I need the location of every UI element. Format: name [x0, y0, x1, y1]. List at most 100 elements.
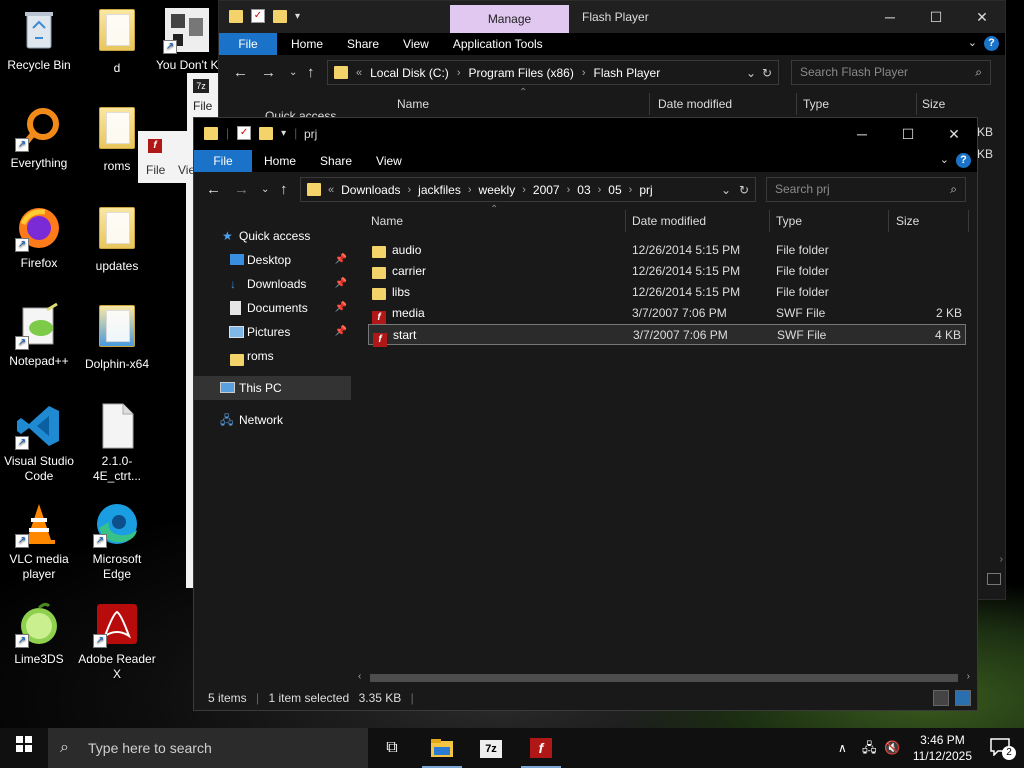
- refresh-icon[interactable]: ↻: [739, 183, 749, 197]
- breadcrumb-item[interactable]: 03: [577, 183, 590, 197]
- properties-icon[interactable]: ✓: [237, 126, 252, 140]
- desktop-icon-notepadpp[interactable]: ↗ Notepad++: [0, 302, 78, 369]
- tab-home[interactable]: Home: [264, 154, 296, 168]
- title-bar[interactable]: | ✓ ▾ | prj ─ ☐ ✕: [194, 118, 977, 150]
- back-button[interactable]: ←: [206, 181, 221, 198]
- task-view-button[interactable]: ⧉: [368, 728, 416, 768]
- desktop-icon-you-dont-know[interactable]: ↗ You Don't Know: [156, 6, 218, 73]
- tab-view[interactable]: View: [376, 154, 402, 168]
- new-folder-icon[interactable]: [259, 126, 274, 140]
- pin-icon[interactable]: 📌: [335, 272, 347, 296]
- nav-network[interactable]: 🖧 Network: [194, 408, 351, 432]
- nav-pictures[interactable]: Pictures 📌: [194, 320, 351, 344]
- tab-file[interactable]: File: [194, 150, 252, 172]
- pin-icon[interactable]: 📌: [335, 248, 347, 272]
- desktop-icon-edge[interactable]: ↗ Microsoft Edge: [78, 500, 156, 582]
- chevron-down-icon[interactable]: ⌄: [940, 153, 949, 166]
- taskbar-file-explorer[interactable]: [418, 728, 466, 768]
- column-type[interactable]: Type: [803, 97, 829, 111]
- title-bar[interactable]: ✓ ▾ Manage Flash Player ─ ☐ ✕: [219, 1, 1005, 33]
- column-name[interactable]: Name: [397, 97, 429, 111]
- show-hidden-icons-button[interactable]: ∧: [838, 728, 847, 768]
- desktop-icon-firefox[interactable]: ↗ Firefox: [0, 204, 78, 271]
- breadcrumb-item[interactable]: Program Files (x86): [468, 66, 573, 80]
- help-icon[interactable]: ?: [984, 36, 999, 51]
- breadcrumb-item[interactable]: 2007: [533, 183, 560, 197]
- nav-desktop[interactable]: Desktop 📌: [194, 248, 351, 272]
- taskbar-flash-player[interactable]: f: [517, 728, 565, 768]
- network-tray-icon[interactable]: 🖧: [862, 728, 877, 768]
- volume-icon[interactable]: 🔇: [884, 728, 900, 768]
- chevron-down-icon[interactable]: ⌄: [968, 36, 977, 49]
- notifications-button[interactable]: 2: [990, 738, 1016, 760]
- close-button[interactable]: ✕: [931, 118, 977, 150]
- tab-share[interactable]: Share: [347, 37, 379, 51]
- close-button[interactable]: ✕: [959, 1, 1005, 33]
- column-size[interactable]: Size: [896, 214, 919, 228]
- column-date[interactable]: Date modified: [632, 214, 706, 228]
- desktop-icon-everything[interactable]: ↗ Everything: [0, 104, 78, 171]
- column-size[interactable]: Size: [922, 97, 945, 111]
- nav-quick-access[interactable]: ★ Quick access: [194, 224, 351, 248]
- breadcrumb-item[interactable]: jackfiles: [418, 183, 461, 197]
- desktop-icon-recycle-bin[interactable]: Recycle Bin: [0, 6, 78, 73]
- help-icon[interactable]: ?: [956, 153, 971, 168]
- taskbar-7zip[interactable]: 7z: [467, 728, 515, 768]
- up-button[interactable]: ↑: [280, 181, 288, 198]
- large-icons-view-icon[interactable]: [955, 690, 971, 706]
- search-input[interactable]: Search Flash Player ⌕: [791, 60, 991, 85]
- breadcrumb-item[interactable]: weekly: [479, 183, 516, 197]
- desktop-icon-folder-d[interactable]: d: [78, 6, 156, 76]
- breadcrumb-item[interactable]: Flash Player: [594, 66, 661, 80]
- details-view-icon[interactable]: [933, 690, 949, 706]
- tab-file[interactable]: File: [219, 33, 277, 55]
- scroll-right-icon[interactable]: ›: [967, 671, 970, 682]
- desktop-icon-lime3ds[interactable]: ↗ Lime3DS: [0, 600, 78, 667]
- desktop-icon-folder-dolphin[interactable]: Dolphin-x64: [78, 302, 156, 372]
- desktop-icon-folder-updates[interactable]: updates: [78, 204, 156, 274]
- maximize-button[interactable]: ☐: [913, 1, 959, 33]
- clock[interactable]: 3:46 PM 11/12/2025: [913, 732, 972, 764]
- details-view-icon[interactable]: [987, 573, 1001, 585]
- chevron-down-icon[interactable]: ▾: [281, 128, 286, 139]
- forward-button[interactable]: →: [261, 64, 276, 81]
- desktop-icon-file[interactable]: 2.1.0-4E_ctrt...: [78, 402, 156, 484]
- new-folder-icon[interactable]: [273, 9, 287, 23]
- column-name[interactable]: Name: [371, 214, 403, 228]
- properties-icon[interactable]: ✓: [251, 9, 265, 23]
- desktop-icon-vscode[interactable]: ↗ Visual Studio Code: [0, 402, 78, 484]
- chevron-down-icon[interactable]: ▾: [295, 11, 300, 22]
- refresh-icon[interactable]: ↻: [762, 66, 772, 80]
- address-bar[interactable]: « Downloads › jackfiles › weekly › 2007 …: [300, 177, 756, 202]
- maximize-button[interactable]: ☐: [885, 118, 931, 150]
- taskbar-search-input[interactable]: ⌕ Type here to search: [48, 728, 368, 768]
- chevron-down-icon[interactable]: ⌄: [721, 183, 731, 197]
- nav-roms[interactable]: roms: [194, 344, 351, 368]
- explorer-window-prj[interactable]: | ✓ ▾ | prj ─ ☐ ✕ File Home Share View ⌄…: [193, 117, 978, 711]
- table-row-selected[interactable]: f start 3/7/2007 7:06 PM SWF File 4 KB: [368, 324, 966, 347]
- chevron-down-icon[interactable]: ⌄: [746, 66, 756, 80]
- forward-button[interactable]: →: [234, 181, 249, 198]
- start-button[interactable]: [0, 728, 48, 768]
- horizontal-scrollbar[interactable]: ‹ ›: [354, 671, 974, 685]
- breadcrumb-item[interactable]: Local Disk (C:): [370, 66, 449, 80]
- desktop-icon-adobe-reader[interactable]: ↗ Adobe Reader X: [78, 600, 156, 682]
- table-row[interactable]: libs 12/26/2014 5:15 PM File folder: [368, 282, 966, 303]
- tab-home[interactable]: Home: [291, 37, 323, 51]
- pin-icon[interactable]: 📌: [335, 296, 347, 320]
- back-button[interactable]: ←: [233, 64, 248, 81]
- flash-window-partial[interactable]: f File Vie: [138, 131, 198, 183]
- nav-documents[interactable]: Documents 📌: [194, 296, 351, 320]
- up-button[interactable]: ↑: [307, 64, 315, 81]
- minimize-button[interactable]: ─: [839, 118, 885, 150]
- address-bar[interactable]: « Local Disk (C:) › Program Files (x86) …: [327, 60, 779, 85]
- breadcrumb-item[interactable]: Downloads: [341, 183, 400, 197]
- minimize-button[interactable]: ─: [867, 1, 913, 33]
- nav-this-pc[interactable]: This PC: [194, 376, 351, 400]
- tab-view[interactable]: View: [403, 37, 429, 51]
- scrollbar-thumb[interactable]: [370, 674, 958, 682]
- nav-downloads[interactable]: ↓ Downloads 📌: [194, 272, 351, 296]
- tab-share[interactable]: Share: [320, 154, 352, 168]
- breadcrumb-item[interactable]: prj: [639, 183, 652, 197]
- pin-icon[interactable]: 📌: [335, 320, 347, 344]
